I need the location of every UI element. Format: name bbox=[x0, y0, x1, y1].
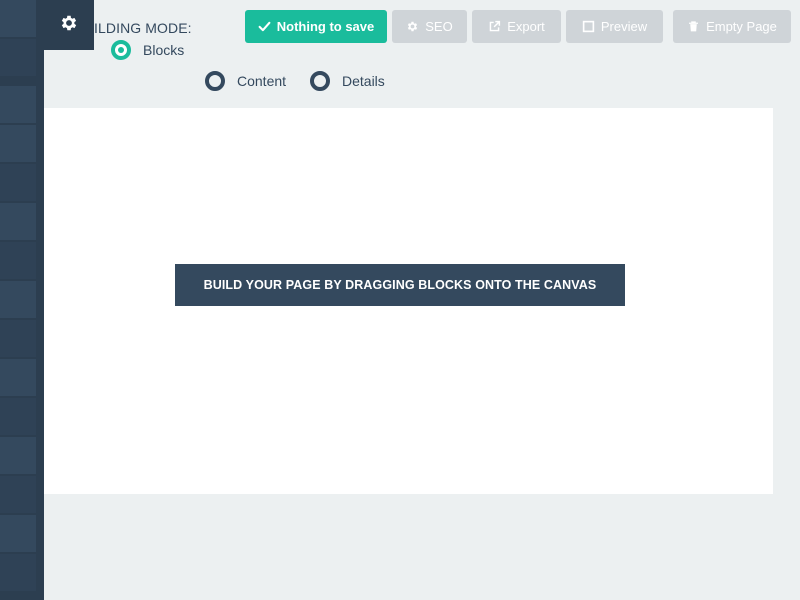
square-icon bbox=[582, 20, 595, 33]
settings-button[interactable] bbox=[44, 0, 94, 50]
sidebar-tile[interactable] bbox=[0, 554, 36, 592]
sidebar-tile[interactable] bbox=[0, 437, 36, 475]
radio-label-details: Details bbox=[342, 73, 385, 89]
sidebar-tile[interactable] bbox=[0, 203, 36, 241]
sidebar-tile[interactable] bbox=[0, 164, 36, 202]
preview-button-label: Preview bbox=[600, 19, 648, 34]
gear-icon bbox=[406, 20, 419, 33]
radio-details[interactable]: Details bbox=[310, 71, 385, 91]
gear-icon bbox=[59, 13, 79, 38]
canvas-empty-message: BUILD YOUR PAGE BY DRAGGING BLOCKS ONTO … bbox=[175, 264, 625, 306]
empty-page-button-label: Empty Page bbox=[706, 19, 777, 34]
save-button[interactable]: Nothing to save bbox=[245, 10, 387, 43]
sidebar-tile[interactable] bbox=[0, 86, 36, 124]
radio-label-blocks: Blocks bbox=[143, 42, 185, 58]
sidebar-tile[interactable] bbox=[0, 398, 36, 436]
seo-button-label: SEO bbox=[425, 19, 453, 34]
page-canvas[interactable]: BUILD YOUR PAGE BY DRAGGING BLOCKS ONTO … bbox=[44, 108, 773, 494]
sidebar-tile[interactable] bbox=[0, 320, 36, 358]
radio-blocks[interactable]: Blocks bbox=[111, 40, 184, 60]
sidebar-tile[interactable] bbox=[0, 125, 36, 163]
trash-icon bbox=[687, 20, 700, 33]
export-button-label: Export bbox=[507, 19, 545, 34]
check-icon bbox=[258, 20, 271, 33]
radio-indicator[interactable] bbox=[111, 40, 131, 60]
sidebar bbox=[0, 0, 44, 600]
sidebar-tile[interactable] bbox=[0, 0, 36, 38]
sidebar-tile[interactable] bbox=[0, 39, 36, 77]
sidebar-tile[interactable] bbox=[0, 359, 36, 397]
radio-content[interactable]: Content bbox=[205, 71, 286, 91]
radio-indicator[interactable] bbox=[205, 71, 225, 91]
empty-page-button[interactable]: Empty Page bbox=[673, 10, 791, 43]
sidebar-tile[interactable] bbox=[0, 281, 36, 319]
sidebar-tile[interactable] bbox=[0, 476, 36, 514]
radio-label-content: Content bbox=[237, 73, 287, 89]
preview-button[interactable]: Preview bbox=[566, 10, 663, 43]
save-button-label: Nothing to save bbox=[276, 19, 375, 34]
sidebar-tile[interactable] bbox=[0, 515, 36, 553]
radio-indicator[interactable] bbox=[310, 71, 330, 91]
seo-button[interactable]: SEO bbox=[392, 10, 467, 43]
external-link-icon bbox=[488, 20, 501, 33]
building-mode-label: ILDING MODE: bbox=[94, 20, 192, 36]
export-button[interactable]: Export bbox=[472, 10, 561, 43]
sidebar-tile[interactable] bbox=[0, 242, 36, 280]
